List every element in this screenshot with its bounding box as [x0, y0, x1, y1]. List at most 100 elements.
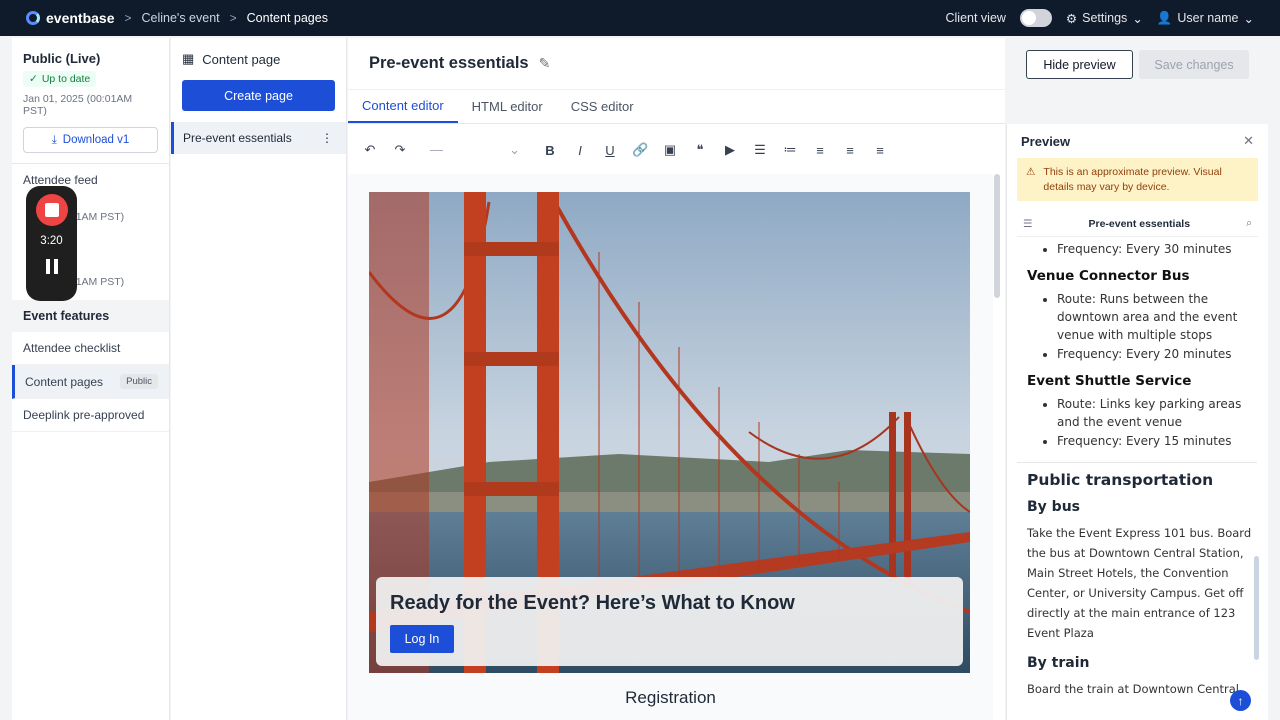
content-page-title: Content page	[202, 51, 281, 67]
sidebar-item-label: Attendee checklist	[23, 341, 121, 355]
preview-page-bar: ☰ Pre-event essentials ⌕	[1017, 211, 1258, 238]
public-badge: Public	[120, 374, 158, 389]
editor-tabs: Content editor HTML editor CSS editor	[348, 90, 1005, 124]
image-icon[interactable]: ▣	[662, 142, 678, 158]
status-badge-label: Up to date	[41, 73, 91, 85]
by-train-text: Board the train at Downtown Central	[1027, 682, 1239, 696]
sidebar-item-content-pages[interactable]: Content pages Public	[12, 365, 169, 399]
tab-css-editor[interactable]: CSS editor	[557, 90, 648, 123]
tab-html-editor[interactable]: HTML editor	[458, 90, 557, 123]
pencil-icon[interactable]: ✎	[539, 55, 551, 72]
sidebar-item-label: Deeplink pre-approved	[23, 408, 145, 422]
feed-title: Attendee feed	[23, 173, 98, 187]
hero-heading: Ready for the Event? Here’s What to Know	[390, 592, 795, 614]
chevron-down-icon: ⌄	[509, 142, 520, 157]
public-transport-heading: Public transportation	[1027, 471, 1214, 489]
sidebar-item-deeplink-pre-approved[interactable]: Deeplink pre-approved	[12, 399, 169, 432]
check-circle-icon: ✓	[29, 73, 38, 85]
bullet-list-icon[interactable]: ☰	[752, 142, 768, 158]
divider	[1017, 462, 1257, 463]
stop-recording-button[interactable]	[35, 194, 68, 226]
page-title-text: Pre-event essentials	[369, 54, 529, 72]
content-page-heading: ▦ Content page	[171, 38, 346, 80]
user-menu[interactable]: 👤 User name ⌄	[1157, 11, 1254, 26]
breadcrumb-event[interactable]: Celine's event	[142, 11, 220, 25]
editor-canvas[interactable]: Ready for the Event? Here’s What to Know…	[348, 174, 993, 720]
tab-content-editor[interactable]: Content editor	[348, 90, 458, 123]
list-item: Route: Links key parking areas and the e…	[1057, 395, 1257, 431]
editor-panel: Pre-event essentials ✎ Content editor HT…	[348, 38, 1005, 720]
editor-scrollbar[interactable]	[994, 174, 1000, 298]
user-name-label: User name	[1177, 11, 1239, 25]
client-view-label: Client view	[945, 11, 1006, 25]
venue-bus-heading: Venue Connector Bus	[1027, 268, 1190, 284]
app-name: eventbase	[46, 10, 115, 26]
more-vertical-icon[interactable]: ⋮	[321, 131, 333, 145]
scroll-to-top-button[interactable]: ↑	[1230, 690, 1251, 711]
status-date: Jan 01, 2025 (00:01AM PST)	[23, 93, 133, 117]
gear-icon: ⚙	[1065, 11, 1078, 26]
hamburger-menu-icon[interactable]: ☰	[1023, 218, 1032, 230]
undo-icon[interactable]: ↶	[362, 142, 378, 158]
formatting-toolbar: ↶ ↷ — ⌄ B I U 🔗 ▣ ❝ ▶ ☰ ≔ ≡ ≡ ≡	[348, 124, 1005, 176]
shuttle-heading: Event Shuttle Service	[1027, 373, 1192, 389]
editor-header: Pre-event essentials ✎	[348, 38, 1005, 90]
download-button[interactable]: ⤓ Download v1	[23, 127, 158, 153]
list-item: Route: Runs between the downtown area an…	[1057, 290, 1257, 344]
screen-recorder-widget: 3:20	[26, 186, 77, 301]
video-icon[interactable]: ▶	[722, 142, 738, 158]
hero-overlay-card: Ready for the Event? Here’s What to Know…	[376, 577, 963, 666]
preview-scrollbar[interactable]	[1254, 556, 1259, 660]
content-pages-list: ▦ Content page Create page Pre-event ess…	[171, 38, 347, 720]
close-icon[interactable]: ✕	[1243, 133, 1254, 149]
list-item: Frequency: Every 30 minutes	[1057, 240, 1257, 258]
bold-icon[interactable]: B	[542, 143, 558, 158]
chevron-down-icon: ⌄	[1132, 11, 1143, 26]
preview-title: Preview	[1021, 133, 1071, 149]
download-label: Download v1	[62, 134, 130, 146]
align-left-icon[interactable]: ≡	[812, 143, 828, 158]
by-bus-heading: By bus	[1027, 499, 1080, 515]
align-center-icon[interactable]: ≡	[842, 143, 858, 158]
list-item: Frequency: Every 20 minutes	[1057, 345, 1257, 363]
event-features-heading: Event features	[12, 300, 169, 332]
download-icon: ⤓	[51, 133, 57, 146]
settings-label: Settings	[1082, 11, 1128, 25]
blockquote-icon[interactable]: ❝	[692, 142, 708, 158]
align-right-icon[interactable]: ≡	[872, 143, 888, 158]
preview-content[interactable]: Frequency: Every 30 minutes Venue Connec…	[1017, 236, 1257, 706]
top-navbar: eventbase > Celine's event > Content pag…	[0, 0, 1280, 36]
by-bus-text: Take the Event Express 101 bus. Board th…	[1027, 526, 1252, 640]
italic-icon[interactable]: I	[572, 143, 588, 158]
block-format-select[interactable]: — ⌄	[430, 142, 520, 158]
numbered-list-icon[interactable]: ≔	[782, 142, 798, 158]
left-sidebar: Public (Live) ✓ Up to date Jan 01, 2025 …	[12, 38, 170, 720]
create-page-button[interactable]: Create page	[182, 80, 335, 111]
page-list-item[interactable]: Pre-event essentials ⋮	[171, 122, 346, 154]
warning-icon: ⚠	[1026, 166, 1036, 178]
eventbase-logo-icon	[26, 11, 40, 25]
settings-menu[interactable]: ⚙ Settings ⌄	[1066, 11, 1143, 26]
breadcrumb-content-pages: Content pages	[246, 11, 328, 25]
user-icon: 👤	[1156, 10, 1173, 25]
app-logo[interactable]: eventbase	[26, 10, 114, 26]
preview-warning: ⚠ This is an approximate preview. Visual…	[1017, 158, 1258, 202]
sidebar-item-attendee-checklist[interactable]: Attendee checklist	[12, 332, 169, 365]
link-icon[interactable]: 🔗	[632, 142, 648, 158]
underline-icon[interactable]: U	[602, 143, 618, 158]
client-view-toggle[interactable]	[1019, 9, 1052, 27]
hide-preview-button[interactable]: Hide preview	[1026, 50, 1133, 79]
preview-page-title: Pre-event essentials	[1088, 217, 1191, 230]
preview-warning-text: This is an approximate preview. Visual d…	[1043, 166, 1222, 193]
pause-icon[interactable]	[45, 259, 58, 274]
registration-heading: Registration	[625, 688, 716, 707]
by-train-heading: By train	[1027, 655, 1090, 671]
login-button[interactable]: Log In	[390, 625, 454, 653]
arrow-up-icon: ↑	[1237, 693, 1244, 708]
chevron-right-icon: >	[229, 11, 237, 25]
grid-icon: ▦	[182, 51, 195, 66]
search-icon[interactable]: ⌕	[1246, 217, 1252, 230]
save-changes-button[interactable]: Save changes	[1139, 50, 1249, 79]
redo-icon[interactable]: ↷	[392, 142, 408, 158]
chevron-down-icon: ⌄	[1243, 11, 1254, 26]
